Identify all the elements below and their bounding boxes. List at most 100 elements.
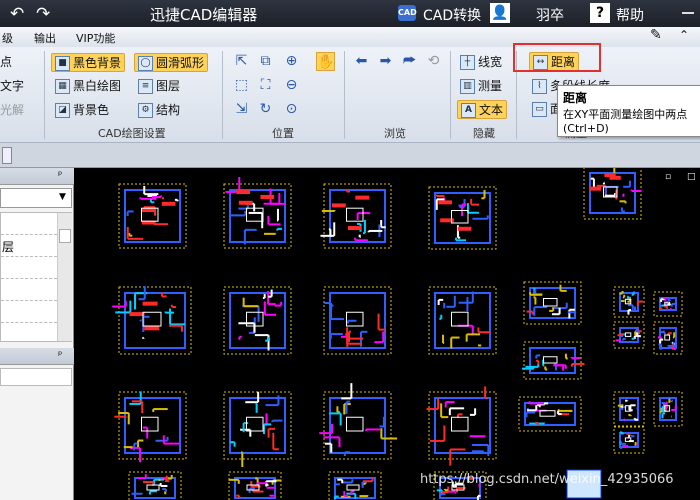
help-icon[interactable]: ?: [590, 3, 610, 23]
plan-detail: [238, 200, 253, 205]
pan-icon[interactable]: ⧉: [256, 52, 275, 71]
user-name[interactable]: 羽卒: [536, 5, 564, 25]
plan-room: [346, 207, 364, 222]
plan-outline: [124, 292, 186, 349]
chevron-down-icon: ▼: [59, 192, 66, 202]
title-bar: ↶ ↷ 迅捷CAD编辑器 CAD CAD转换 👤 羽卒 ? 帮助: [0, 0, 700, 27]
back-icon[interactable]: ⟲: [424, 52, 443, 71]
zoom-in-icon[interactable]: ⊕: [282, 52, 301, 71]
black-background-label: 黑色背景: [73, 56, 122, 70]
list-item[interactable]: 层: [1, 235, 57, 257]
list-item[interactable]: [1, 279, 57, 301]
move-icon[interactable]: ⇱: [232, 52, 251, 71]
plan-detail: [457, 226, 472, 231]
plan-detail: [260, 194, 275, 199]
tab-handle[interactable]: [2, 147, 12, 164]
ribbon-label-text[interactable]: 文字: [0, 77, 24, 96]
plan-frame: [118, 391, 187, 460]
text-label: 文本: [479, 103, 504, 117]
fit-icon[interactable]: ⬚: [232, 76, 251, 95]
scrollbar-thumb[interactable]: [59, 229, 71, 243]
layers-icon: ≡: [138, 79, 153, 94]
list-item[interactable]: [1, 213, 57, 235]
collapse-icon[interactable]: ⌃: [679, 28, 689, 42]
plan-detail: [347, 226, 362, 231]
scrollbar[interactable]: [57, 213, 72, 341]
structure-button[interactable]: ⚙ 结构: [138, 101, 180, 120]
line-width-icon: ┼: [460, 55, 475, 70]
menu-item-output[interactable]: 输出: [34, 30, 56, 46]
black-background-button[interactable]: ■ 黑色背景: [51, 53, 126, 72]
plan-detail: [609, 175, 621, 180]
polyline-length-icon: ⌇: [532, 79, 547, 94]
group-separator: [222, 51, 223, 139]
hand-icon[interactable]: ✋: [316, 52, 335, 71]
list-item[interactable]: [1, 257, 57, 279]
plan-frame: [223, 286, 292, 355]
measure-button[interactable]: ▥ 测量: [460, 77, 502, 96]
plan-detail: [236, 190, 251, 195]
cad-convert-icon[interactable]: CAD: [398, 5, 417, 21]
bw-drawing-button[interactable]: ▦ 黑白绘图: [55, 77, 121, 96]
arrow-right-icon[interactable]: ➡: [376, 52, 395, 71]
background-color-label: 背景色: [73, 103, 110, 117]
panel-header: ᵖ: [0, 348, 74, 365]
structure-icon: ⚙: [138, 103, 153, 118]
plan-room: [346, 311, 364, 327]
background-color-button[interactable]: ◪ 背景色: [55, 101, 109, 120]
list-item[interactable]: [1, 301, 57, 323]
refresh-icon[interactable]: ↻: [256, 100, 275, 119]
plan-room: [543, 298, 558, 307]
plan-frame: [428, 286, 497, 355]
user-icon[interactable]: 👤: [490, 3, 510, 23]
plan-detail: [161, 201, 176, 206]
go-to-icon[interactable]: ⮫: [400, 52, 419, 71]
drawing-canvas[interactable]: ▫ □: [75, 166, 700, 500]
menu-item-level[interactable]: 级: [2, 30, 13, 46]
plan-detail: [355, 195, 370, 200]
group-label-browse: 浏览: [384, 127, 406, 140]
plan-outline: [229, 292, 286, 349]
layers-button[interactable]: ≡ 图层: [138, 77, 180, 96]
plan-room: [624, 332, 632, 337]
line-width-button[interactable]: ┼ 线宽: [460, 53, 502, 72]
zoom-out-icon[interactable]: ⊖: [282, 76, 301, 95]
zoom-window-icon[interactable]: ⇲: [232, 100, 251, 119]
redo-icon[interactable]: ↷: [36, 4, 50, 24]
pin-icon[interactable]: ᵖ: [58, 350, 62, 361]
text-button[interactable]: A 文本: [457, 100, 508, 119]
layers-label: 图层: [156, 79, 181, 93]
callout-box: [513, 43, 601, 72]
pin-icon[interactable]: ᵖ: [58, 170, 62, 181]
measure-icon: ▥: [460, 79, 475, 94]
layer-dropdown[interactable]: ▼: [0, 188, 72, 208]
smooth-arc-button[interactable]: ◯ 圆滑弧形: [134, 53, 209, 72]
property-field[interactable]: [0, 368, 72, 386]
plan-room: [451, 210, 469, 224]
menu-item-vip[interactable]: VIP功能: [76, 30, 115, 46]
black-background-icon: ■: [55, 56, 70, 71]
tooltip-description: 在XY平面测量绘图中两点: [563, 108, 688, 121]
tooltip-title: 距离: [563, 91, 588, 105]
floor-plan-thumbnails: [112, 166, 683, 500]
plan-detail: [590, 186, 602, 191]
group-label-hide: 隐藏: [473, 127, 495, 140]
plan-frame: [118, 286, 192, 355]
group-separator: [450, 51, 451, 139]
zoom-extents-icon[interactable]: ⛶: [256, 76, 275, 95]
plan-frame: [128, 471, 182, 500]
plan-room: [142, 311, 162, 327]
cad-convert-link[interactable]: CAD转换: [423, 5, 481, 25]
plan-outline: [329, 292, 386, 349]
minimize-icon[interactable]: [682, 12, 694, 14]
canvas-corner-icon: □: [687, 172, 696, 182]
edit-icon[interactable]: ✎: [650, 27, 662, 43]
undo-icon[interactable]: ↶: [10, 4, 24, 24]
arrow-left-icon[interactable]: ⬅: [352, 52, 371, 71]
bw-drawing-label: 黑白绘图: [73, 79, 122, 93]
zoom-realtime-icon[interactable]: ⊙: [282, 100, 301, 119]
help-link[interactable]: 帮助: [616, 5, 644, 25]
ribbon-label-point[interactable]: 点: [0, 53, 12, 72]
plan-detail: [438, 200, 453, 205]
ribbon-label-light[interactable]: 光解: [0, 101, 24, 120]
